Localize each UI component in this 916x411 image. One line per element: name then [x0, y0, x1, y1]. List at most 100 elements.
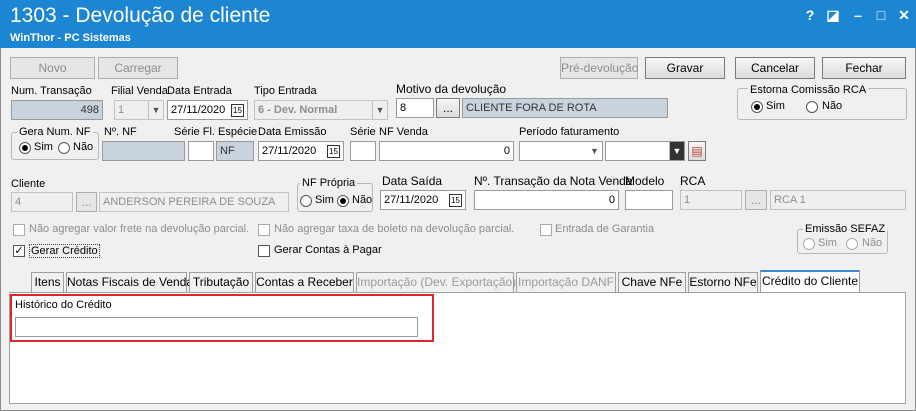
calendar-icon[interactable]: 15 — [231, 104, 244, 117]
rca-lookup-button[interactable]: ... — [745, 190, 767, 210]
window-title: 1303 - Devolução de cliente — [10, 4, 271, 27]
nf-propria-sim-radio[interactable] — [300, 195, 312, 207]
data-entrada-field[interactable]: 27/11/2020 15 — [167, 100, 248, 120]
emissao-sefaz-label: Emissão SEFAZ — [803, 223, 888, 235]
rca-codigo-field[interactable]: 1 — [680, 190, 742, 210]
minimize-icon[interactable]: – — [847, 5, 869, 25]
entrada-garantia-checkbox[interactable] — [540, 224, 552, 236]
sefaz-nao-label: Não — [862, 237, 883, 249]
nao-agregar-boleto-checkbox[interactable] — [258, 224, 270, 236]
rca-nome-field: RCA 1 — [770, 190, 906, 210]
gerar-credito-label: Gerar Crédito — [29, 244, 100, 258]
gera-num-nf-sim-label: Sim — [34, 141, 53, 153]
filial-venda-value: 1 — [118, 104, 125, 116]
nf-propria-sim-label: Sim — [315, 194, 334, 206]
data-saida-label: Data Saída — [382, 174, 443, 188]
cliente-lookup-button[interactable]: ... — [76, 192, 97, 212]
nao-agregar-boleto-label: Não agregar taxa de boleto na devolução … — [274, 223, 515, 235]
estorna-sim-radio[interactable] — [751, 101, 763, 113]
transacao-nota-venda-label: Nº. Transação da Nota Venda — [474, 174, 633, 188]
gera-num-nf-nao-label: Não — [73, 141, 94, 153]
nao-agregar-frete-label: Não agregar valor frete na devolução par… — [29, 223, 250, 235]
chevron-down-icon: ▼ — [590, 146, 599, 156]
data-entrada-value: 27/11/2020 — [171, 104, 226, 116]
nf-propria-nao-label: Não — [352, 194, 373, 206]
data-emissao-value: 27/11/2020 — [262, 145, 317, 157]
nf-propria-label: NF Própria — [300, 177, 358, 189]
tab-importacao-danf[interactable]: Importação DANF — [516, 272, 616, 292]
gera-num-nf-sim-radio[interactable] — [19, 142, 31, 154]
carregar-button[interactable]: Carregar — [98, 57, 178, 79]
num-transacao-field: 498 — [11, 100, 103, 120]
tab-notas-fiscais-venda[interactable]: Notas Fiscais de Venda — [66, 272, 193, 292]
transacao-nota-venda-field[interactable]: 0 — [474, 190, 619, 210]
serie-label: Série — [350, 126, 376, 138]
tab-contas-receber[interactable]: Contas a Receber — [255, 272, 354, 292]
cliente-codigo-field[interactable]: 4 — [11, 192, 73, 212]
help-icon[interactable]: ? — [799, 5, 821, 25]
serie-fl-field[interactable] — [188, 141, 214, 161]
data-saida-value: 27/11/2020 — [384, 194, 439, 206]
fechar-button[interactable]: Fechar — [822, 57, 906, 79]
cliente-label: Cliente — [11, 178, 46, 190]
motivo-codigo-field[interactable]: 8 — [396, 98, 434, 118]
sefaz-nao-radio[interactable] — [846, 238, 858, 250]
sefaz-sim-label: Sim — [818, 237, 837, 249]
filial-venda-label: Filial Venda — [111, 85, 168, 97]
gravar-button[interactable]: Gravar — [645, 57, 725, 79]
cliente-nome-field: ANDERSON PEREIRA DE SOUZA — [99, 192, 289, 212]
data-emissao-field[interactable]: 27/11/2020 15 — [258, 141, 344, 161]
gera-num-nf-label: Gera Num. NF — [17, 126, 93, 138]
calendar-icon[interactable]: 15 — [327, 145, 340, 158]
periodo-fim-select[interactable]: ▼ — [605, 141, 685, 161]
chevron-down-icon: ▼ — [372, 101, 387, 119]
close-icon[interactable]: ✕ — [893, 5, 915, 25]
historico-credito-input[interactable] — [15, 317, 418, 337]
estorna-comissao-label: Estorna Comissão RCA — [748, 84, 869, 96]
tab-tributacao[interactable]: Tributação — [189, 272, 253, 292]
tipo-entrada-label: Tipo Entrada — [254, 85, 317, 97]
serie-field[interactable] — [350, 141, 376, 161]
novo-button[interactable]: Novo — [10, 57, 95, 79]
estorna-nao-radio[interactable] — [806, 101, 818, 113]
periodo-inicio-select[interactable]: ▼ — [519, 141, 603, 161]
data-entrada-label: Data Entrada — [167, 85, 232, 97]
filial-venda-select[interactable]: 1 ▼ — [114, 100, 164, 120]
nf-venda-field[interactable]: 0 — [379, 141, 514, 161]
tab-itens[interactable]: Itens — [31, 272, 64, 292]
nf-venda-label: NF Venda — [379, 126, 428, 138]
periodo-faturamento-label: Período faturamento — [519, 126, 620, 138]
tipo-entrada-select[interactable]: 6 - Dev. Normal ▼ — [254, 100, 388, 120]
maximize-icon[interactable]: □ — [870, 5, 892, 25]
pre-devolucao-button[interactable]: Pré-devolução — [560, 57, 638, 79]
no-nf-label: Nº. NF — [104, 126, 137, 138]
motivo-lookup-button[interactable]: ... — [436, 98, 460, 118]
title-bar: 1303 - Devolução de cliente WinThor - PC… — [0, 0, 916, 48]
sefaz-sim-radio[interactable] — [803, 238, 815, 250]
gerar-contas-pagar-checkbox[interactable] — [258, 245, 270, 257]
estorna-sim-label: Sim — [766, 100, 785, 112]
edit-icon[interactable]: ◪ — [822, 5, 844, 25]
motivo-descricao-field: CLIENTE FORA DE ROTA — [462, 98, 668, 118]
gera-num-nf-nao-radio[interactable] — [58, 142, 70, 154]
cancelar-button[interactable]: Cancelar — [735, 57, 815, 79]
rca-label: RCA — [680, 174, 706, 188]
calendar-picker-icon[interactable]: ▤ — [688, 141, 706, 161]
gerar-contas-pagar-label: Gerar Contas à Pagar — [274, 244, 382, 256]
serie-especie-label: Série Fl. Espécie — [174, 126, 258, 138]
calendar-icon[interactable]: 15 — [449, 194, 462, 207]
tab-chave-nfe[interactable]: Chave NFe — [618, 272, 686, 292]
tipo-entrada-value: 6 - Dev. Normal — [258, 104, 338, 116]
tab-credito-cliente[interactable]: Crédito do Cliente — [760, 270, 860, 293]
tab-estorno-nfe[interactable]: Estorno NFe — [688, 272, 758, 292]
estorna-nao-label: Não — [822, 100, 843, 112]
modelo-field[interactable] — [625, 190, 673, 210]
historico-credito-label: Histórico do Crédito — [15, 299, 112, 311]
tab-importacao-exportacao[interactable]: Importação (Dev. Exportação) — [356, 272, 516, 292]
data-saida-field[interactable]: 27/11/2020 15 — [380, 190, 466, 210]
data-emissao-label: Data Emissão — [258, 126, 327, 138]
window-subtitle: WinThor - PC Sistemas — [10, 32, 131, 44]
nao-agregar-frete-checkbox[interactable] — [13, 224, 25, 236]
gerar-credito-checkbox[interactable]: ✓ — [13, 245, 25, 257]
nf-propria-nao-radio[interactable] — [337, 195, 349, 207]
